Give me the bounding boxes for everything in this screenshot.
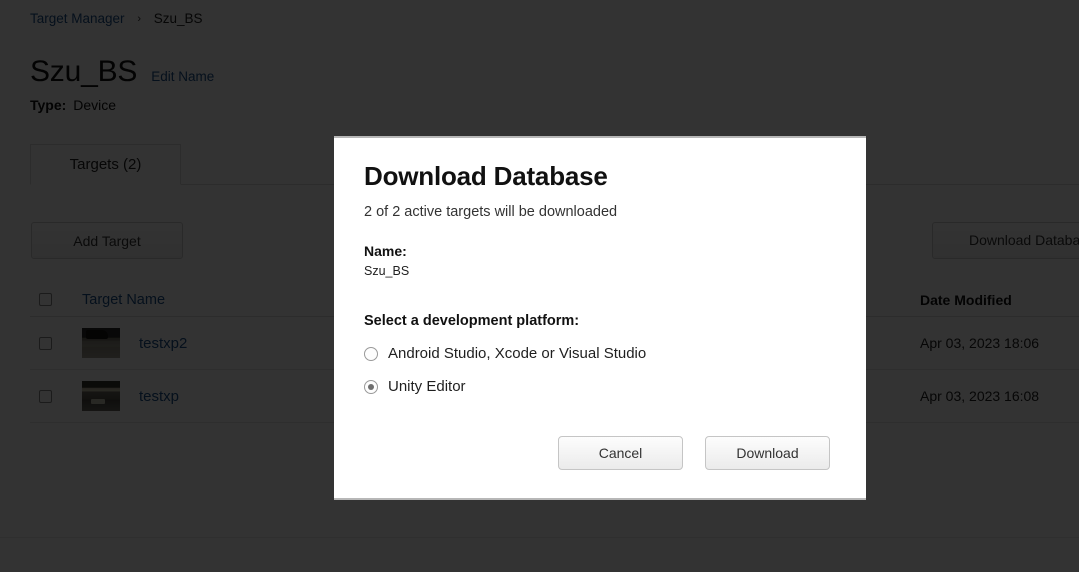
dialog-name-value: Szu_BS [364,264,410,278]
dialog-subtitle: 2 of 2 active targets will be downloaded [364,204,618,220]
radio-icon-unselected[interactable] [364,347,378,361]
radio-option-unity-editor-label: Unity Editor [388,378,466,395]
app-root: Target Manager › Szu_BS Szu_BS Edit Name… [0,0,1079,572]
cancel-button[interactable]: Cancel [558,436,683,470]
dialog-title: Download Database [364,161,608,191]
dialog-name-label: Name: [364,243,407,259]
dialog-body: Download Database 2 of 2 active targets … [364,160,836,397]
radio-option-android-studio-label: Android Studio, Xcode or Visual Studio [388,345,647,362]
dialog-actions: Cancel Download [558,436,830,470]
dialog-platform-label: Select a development platform: [364,313,580,329]
download-button[interactable]: Download [705,436,830,470]
radio-option-android-studio[interactable]: Android Studio, Xcode or Visual Studio [364,344,836,364]
radio-icon-selected[interactable] [364,380,378,394]
download-database-dialog: Download Database 2 of 2 active targets … [334,136,866,500]
radio-option-unity-editor[interactable]: Unity Editor [364,377,836,397]
